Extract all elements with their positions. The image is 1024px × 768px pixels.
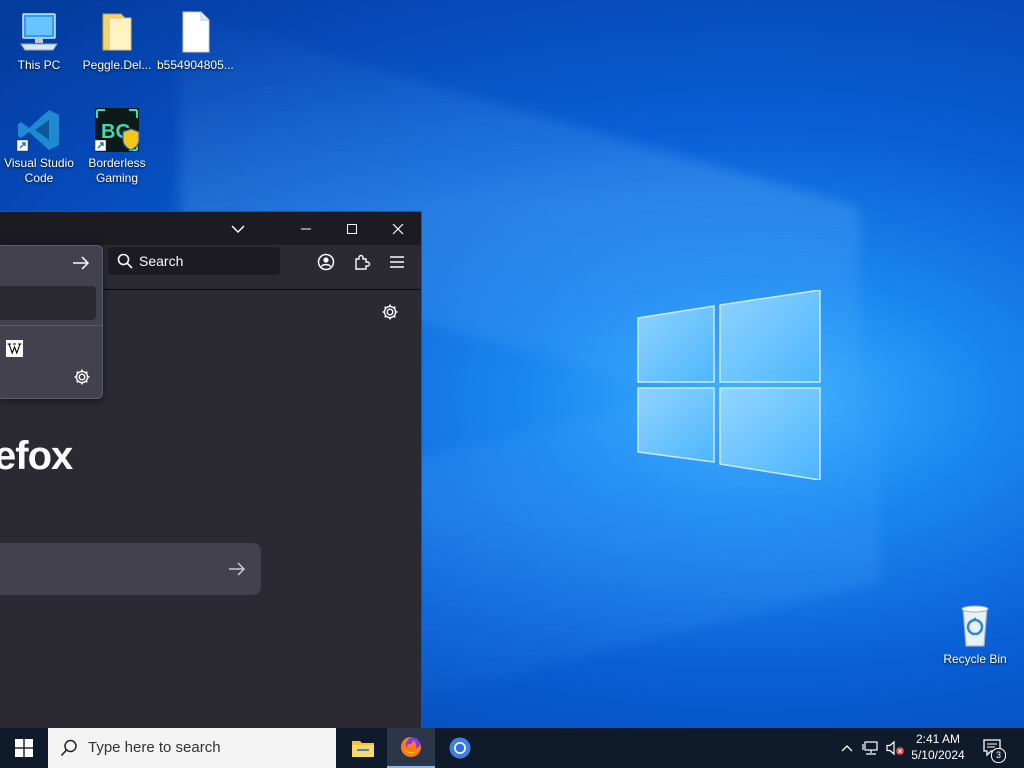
notification-count-badge: 3 <box>991 748 1006 763</box>
windows-logo <box>637 290 821 480</box>
account-icon <box>317 253 335 271</box>
minimize-button[interactable] <box>283 212 329 245</box>
desktop-icon-label: b554904805... <box>157 58 234 72</box>
file-explorer-icon <box>352 741 374 757</box>
panel-divider <box>0 325 102 326</box>
minimize-icon <box>301 228 311 229</box>
wikipedia-search-engine-button[interactable] <box>6 340 23 357</box>
search-placeholder: Search <box>139 253 184 269</box>
search-icon <box>60 739 77 757</box>
extensions-button[interactable] <box>348 249 376 275</box>
desktop-icon-label: This PC <box>17 58 61 72</box>
desktop-icon-file[interactable]: b554904805... <box>157 8 234 73</box>
taskbar: Type here to search 2:41 AM 5/10/2024 3 <box>0 728 1024 768</box>
arrow-right-icon <box>73 256 90 270</box>
desktop-icon-label: Visual Studio Code <box>4 156 74 185</box>
desktop-icon-vscode[interactable]: Visual Studio Code <box>1 106 77 186</box>
urlbar-dropdown-panel[interactable] <box>0 245 103 399</box>
newtab-search-input[interactable] <box>0 543 261 595</box>
taskbar-clock[interactable]: 2:41 AM 5/10/2024 <box>902 731 974 765</box>
recycle-bin-icon <box>951 602 999 650</box>
desktop-icon-label: Peggle.Del... <box>82 58 152 72</box>
taskbar-file-explorer[interactable] <box>339 728 387 768</box>
urlbar-row[interactable] <box>0 246 102 280</box>
taskbar-firefox[interactable] <box>387 728 435 768</box>
toolbar-search-box[interactable]: Search <box>108 247 280 275</box>
borderless-gaming-icon: BG <box>93 106 141 154</box>
clock-time: 2:41 AM <box>915 732 961 746</box>
maximize-button[interactable] <box>329 212 375 245</box>
desktop-icon-recycle-bin[interactable]: Recycle Bin <box>937 602 1013 667</box>
action-center-button[interactable]: 3 <box>980 728 1006 768</box>
file-icon <box>171 8 219 56</box>
computer-icon <box>15 8 63 56</box>
desktop-icon-this-pc[interactable]: This PC <box>1 8 77 73</box>
taskbar-search-placeholder: Type here to search <box>88 739 221 756</box>
firefox-wordmark: efox <box>0 434 73 478</box>
search-icon <box>117 253 133 269</box>
urlbar-input[interactable] <box>0 286 96 320</box>
gear-icon <box>382 304 398 320</box>
windows-start-icon <box>15 739 33 757</box>
puzzle-icon <box>355 254 371 270</box>
newtab-settings-button[interactable] <box>379 301 401 323</box>
desktop-icon-label: Borderless Gaming <box>88 156 146 185</box>
taskbar-search-box[interactable]: Type here to search <box>48 728 336 768</box>
network-icon <box>862 741 878 755</box>
clock-date: 5/10/2024 <box>911 748 965 762</box>
maximize-icon <box>347 223 357 234</box>
account-button[interactable] <box>312 249 340 275</box>
app-menu-button[interactable] <box>383 249 411 275</box>
chevron-up-icon <box>841 745 853 752</box>
title-bar[interactable] <box>0 212 421 245</box>
desktop-icon-borderless-gaming[interactable]: BG Borderless Gaming <box>79 106 155 186</box>
search-settings-button[interactable] <box>71 366 93 388</box>
list-all-tabs-button[interactable] <box>215 212 261 245</box>
network-button[interactable] <box>860 728 882 768</box>
close-button[interactable] <box>375 212 421 245</box>
gear-icon <box>74 369 90 385</box>
show-hidden-icons-button[interactable] <box>838 728 856 768</box>
firefox-icon <box>400 736 421 757</box>
desktop-icon-peggle[interactable]: Peggle.Del... <box>79 8 155 73</box>
chromium-icon <box>449 737 471 759</box>
hamburger-menu-icon <box>390 256 404 268</box>
start-button[interactable] <box>0 728 48 768</box>
taskbar-chrome[interactable] <box>436 728 484 768</box>
folder-icon <box>93 8 141 56</box>
chevron-down-icon <box>231 224 245 233</box>
vscode-icon <box>15 106 63 154</box>
arrow-right-icon[interactable] <box>228 561 246 577</box>
close-icon <box>392 223 404 234</box>
wikipedia-icon <box>7 343 22 355</box>
desktop-icon-label: Recycle Bin <box>943 652 1007 666</box>
